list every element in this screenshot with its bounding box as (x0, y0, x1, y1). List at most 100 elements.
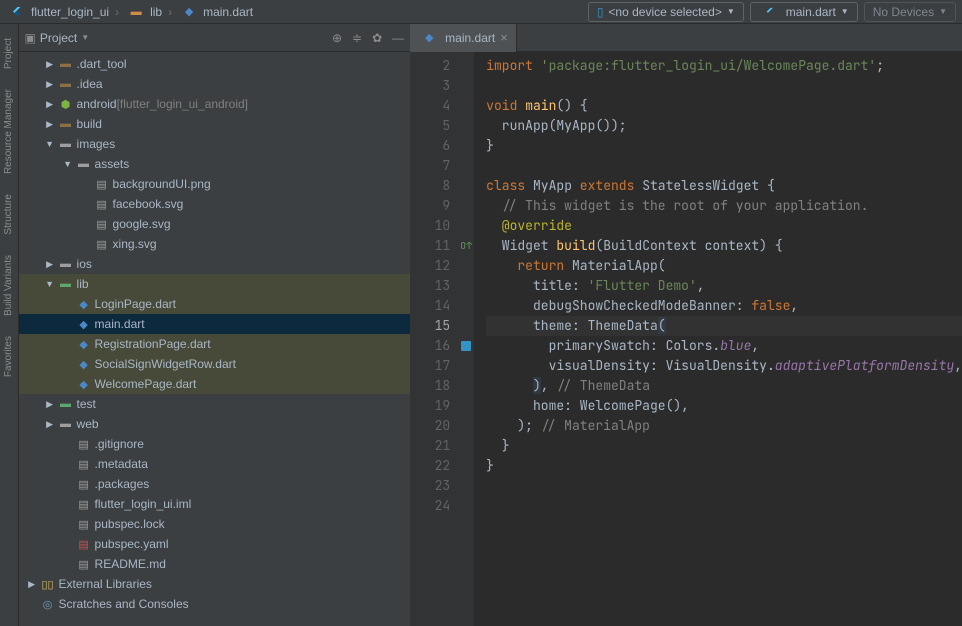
breadcrumb-separator: › (115, 5, 119, 19)
tree-label: xing.svg (113, 237, 157, 251)
editor-tab-label: main.dart (445, 31, 495, 45)
dart-icon: ◆ (421, 30, 437, 46)
tree-item[interactable]: ▶▬ build (19, 114, 411, 134)
tree-item[interactable]: ▶▤ pubspec.yaml (19, 534, 411, 554)
breadcrumb-separator: › (168, 5, 172, 19)
tree-item[interactable]: ▼▬ images (19, 134, 411, 154)
tree-item[interactable]: ▶◎ Scratches and Consoles (19, 594, 411, 614)
tree-label: test (77, 397, 96, 411)
phone-icon: ▯ (597, 5, 604, 19)
tree-label: google.svg (113, 217, 171, 231)
tree-item[interactable]: ▶▤ backgroundUI.png (19, 174, 411, 194)
tree-label: pubspec.yaml (95, 537, 169, 551)
tree-label: flutter_login_ui.iml (95, 497, 192, 511)
toolbar-right: ▯ <no device selected> ▼ main.dart ▼ No … (588, 2, 956, 22)
close-icon[interactable]: × (500, 30, 508, 45)
project-panel: ▣ Project ▼ ⊕ ≑ ✿ — ▶▬ .dart_tool▶▬ .ide… (19, 24, 411, 626)
gutter-marks[interactable]: O↑ (458, 52, 474, 626)
code-content[interactable]: import 'package:flutter_login_ui/Welcome… (474, 52, 962, 626)
chevron-down-icon: ▼ (727, 7, 735, 16)
tree-item[interactable]: ▶▬ web (19, 414, 411, 434)
project-view-icon: ▣ (25, 31, 36, 45)
tree-item[interactable]: ▶◆ SocialSignWidgetRow.dart (19, 354, 411, 374)
project-tree[interactable]: ▶▬ .dart_tool▶▬ .idea▶⬢ android [flutter… (19, 52, 411, 626)
tree-item[interactable]: ▶▯▯ External Libraries (19, 574, 411, 594)
chevron-down-icon: ▼ (939, 7, 947, 16)
left-tool-stripe: Project Resource Manager Structure Build… (0, 24, 19, 626)
tree-label: README.md (95, 557, 166, 571)
attach-text: No Devices (873, 5, 934, 19)
tree-item[interactable]: ▶▤ facebook.svg (19, 194, 411, 214)
project-panel-title: Project (40, 31, 77, 45)
line-gutter[interactable]: 23456789101112131415161718192021222324 (410, 52, 458, 626)
tree-label: .idea (77, 77, 103, 91)
code-area: 23456789101112131415161718192021222324 O… (410, 52, 962, 626)
tool-tab-structure[interactable]: Structure (3, 194, 14, 235)
tree-item[interactable]: ▶▬ ios (19, 254, 411, 274)
tree-label: LoginPage.dart (95, 297, 176, 311)
tree-item[interactable]: ▶◆ main.dart (19, 314, 411, 334)
tree-label: External Libraries (59, 577, 152, 591)
breadcrumb-file[interactable]: ◆ main.dart (178, 4, 253, 20)
tool-tab-project[interactable]: Project (3, 38, 14, 69)
tree-item[interactable]: ▶▬ .idea (19, 74, 411, 94)
tree-item[interactable]: ▶▤ .metadata (19, 454, 411, 474)
tree-label: web (77, 417, 99, 431)
tree-item[interactable]: ▶◆ WelcomePage.dart (19, 374, 411, 394)
run-config-selector[interactable]: main.dart ▼ (750, 2, 858, 22)
tree-item[interactable]: ▶▤ .packages (19, 474, 411, 494)
collapse-icon[interactable]: ≑ (352, 31, 362, 45)
tree-item[interactable]: ▶▤ xing.svg (19, 234, 411, 254)
dart-icon: ◆ (181, 4, 197, 20)
tree-item[interactable]: ▶▤ google.svg (19, 214, 411, 234)
tree-item[interactable]: ▶▤ flutter_login_ui.iml (19, 494, 411, 514)
tree-label: .metadata (95, 457, 148, 471)
tree-item[interactable]: ▶▤ pubspec.lock (19, 514, 411, 534)
navigation-bar: flutter_login_ui › ▬ lib › ◆ main.dart ▯… (0, 0, 962, 24)
tree-item[interactable]: ▼▬ assets (19, 154, 411, 174)
tree-label: SocialSignWidgetRow.dart (95, 357, 236, 371)
editor-tab-main-dart[interactable]: ◆ main.dart × (410, 24, 517, 52)
tree-label: main.dart (95, 317, 145, 331)
breadcrumb-project[interactable]: flutter_login_ui (6, 4, 109, 20)
config-text: main.dart (786, 5, 836, 19)
chevron-down-icon[interactable]: ▼ (81, 33, 89, 42)
tree-item[interactable]: ▶▤ .gitignore (19, 434, 411, 454)
tree-label: backgroundUI.png (113, 177, 211, 191)
tree-label: images (77, 137, 116, 151)
attach-selector[interactable]: No Devices ▼ (864, 2, 956, 22)
tree-label: .dart_tool (77, 57, 127, 71)
tree-label: facebook.svg (113, 197, 184, 211)
tree-label: lib (77, 277, 89, 291)
tree-label: android (77, 97, 117, 111)
breadcrumb-label: flutter_login_ui (31, 5, 109, 19)
tree-item[interactable]: ▶▤ README.md (19, 554, 411, 574)
tree-label: RegistrationPage.dart (95, 337, 211, 351)
tool-tab-resource-manager[interactable]: Resource Manager (3, 89, 14, 174)
breadcrumb-label: main.dart (203, 5, 253, 19)
hide-icon[interactable]: — (392, 31, 404, 45)
override-icon[interactable]: O↑ (460, 236, 472, 256)
flutter-icon (9, 4, 25, 20)
tree-item[interactable]: ▶▬ .dart_tool (19, 54, 411, 74)
locate-icon[interactable]: ⊕ (332, 31, 342, 45)
tool-tab-favorites[interactable]: Favorites (3, 336, 14, 377)
flutter-icon (762, 4, 778, 20)
editor-tabs: ◆ main.dart × (410, 24, 962, 52)
chevron-down-icon: ▼ (841, 7, 849, 16)
tree-label: build (77, 117, 102, 131)
tool-tab-build-variants[interactable]: Build Variants (3, 255, 14, 316)
device-selector[interactable]: ▯ <no device selected> ▼ (588, 2, 744, 22)
breadcrumb-lib[interactable]: ▬ lib (125, 4, 162, 20)
tree-item[interactable]: ▶◆ RegistrationPage.dart (19, 334, 411, 354)
breadcrumbs[interactable]: flutter_login_ui › ▬ lib › ◆ main.dart (6, 4, 253, 20)
tree-label: assets (95, 157, 130, 171)
tree-item[interactable]: ▶▬ test (19, 394, 411, 414)
project-panel-header: ▣ Project ▼ ⊕ ≑ ✿ — (19, 24, 411, 52)
breakpoint[interactable] (461, 341, 471, 351)
tree-item[interactable]: ▼▬ lib (19, 274, 411, 294)
tree-item[interactable]: ▶⬢ android [flutter_login_ui_android] (19, 94, 411, 114)
tree-label: WelcomePage.dart (95, 377, 197, 391)
tree-item[interactable]: ▶◆ LoginPage.dart (19, 294, 411, 314)
settings-icon[interactable]: ✿ (372, 31, 382, 45)
